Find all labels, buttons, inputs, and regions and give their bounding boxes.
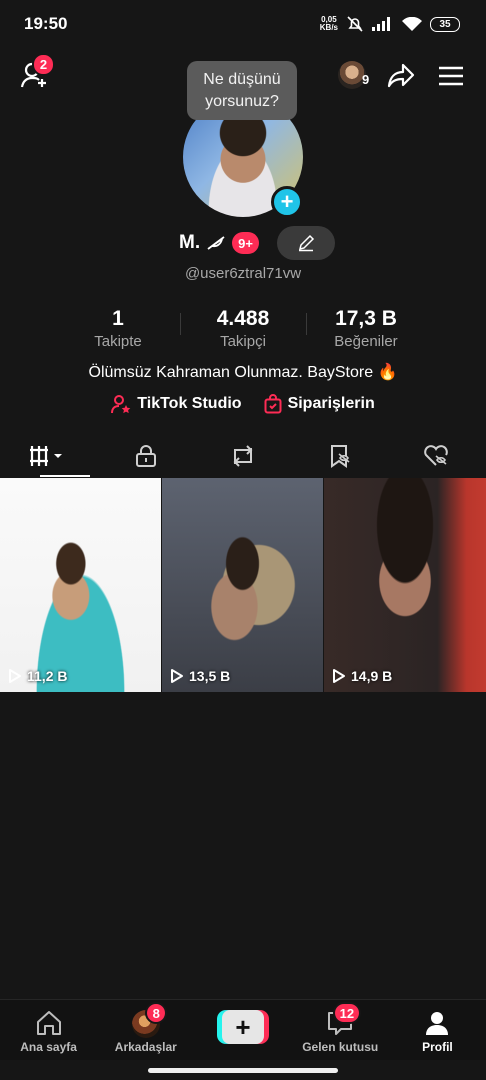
net-speed: 0,05 KB/s <box>319 15 338 32</box>
active-tab-indicator <box>40 475 90 477</box>
wifi-icon <box>402 16 422 31</box>
profile-tabs <box>0 434 486 478</box>
add-story-button[interactable]: + <box>271 186 303 218</box>
heart-hidden-icon <box>424 445 449 466</box>
stat-divider <box>180 313 181 335</box>
tab-private[interactable] <box>97 434 194 478</box>
profile-icon <box>426 1012 449 1035</box>
video-views: 13,5 B <box>170 668 230 684</box>
shopping-bag-icon <box>264 394 282 414</box>
video-views: 11,2 B <box>8 668 67 684</box>
story-count: 9 <box>362 72 370 87</box>
name-row: M. 9+ <box>0 226 486 260</box>
stat-following[interactable]: 1 Takipte <box>58 307 178 350</box>
bookmark-hidden-icon <box>331 445 350 468</box>
profile-links: TikTok Studio Siparişlerin <box>0 394 486 414</box>
play-icon <box>9 669 21 683</box>
home-icon <box>36 1011 61 1035</box>
bottom-navigation: Ana sayfa 8 Arkadaşlar + 12 Gelen kutusu… <box>0 999 486 1060</box>
nav-home[interactable]: Ana sayfa <box>0 1000 97 1060</box>
plus-icon: + <box>280 189 294 214</box>
play-icon <box>171 669 183 683</box>
menu-button[interactable] <box>436 62 466 90</box>
nav-create[interactable]: + <box>194 1000 291 1060</box>
signal-icon <box>372 17 390 31</box>
display-name: M. <box>179 232 201 253</box>
plus-icon: + <box>222 1010 264 1044</box>
friends-request-badge: 2 <box>32 53 55 76</box>
video-thumbnail[interactable]: 11,2 B <box>0 478 161 692</box>
feather-icon <box>207 236 225 250</box>
nav-profile[interactable]: Profil <box>389 1000 486 1060</box>
friends-badge: 8 <box>145 1002 168 1024</box>
tab-liked[interactable] <box>389 434 486 478</box>
username: @user6ztral71vw <box>184 265 302 282</box>
stat-likes[interactable]: 17,3 B Beğeniler <box>306 307 426 350</box>
hamburger-icon <box>439 66 463 86</box>
video-thumbnail[interactable]: 13,5 B <box>162 478 323 692</box>
lock-icon <box>135 445 156 467</box>
tiktok-studio-link[interactable]: TikTok Studio <box>111 394 242 414</box>
inbox-badge: 12 <box>332 1002 362 1024</box>
name-badge: 9+ <box>232 232 259 254</box>
share-button[interactable] <box>386 60 416 90</box>
nav-inbox[interactable]: 12 Gelen kutusu <box>292 1000 389 1060</box>
video-views: 14,9 B <box>332 668 392 684</box>
orders-link[interactable]: Siparişlerin <box>264 394 375 414</box>
play-icon <box>333 669 345 683</box>
status-tooltip[interactable]: Ne düşünü yorsunuz? <box>187 61 297 120</box>
studio-person-icon <box>111 395 131 414</box>
pencil-icon <box>298 234 315 252</box>
mute-icon <box>347 16 363 32</box>
status-icons: 0,05 KB/s 35 <box>320 14 460 34</box>
video-thumbnail[interactable]: 14,9 B <box>324 478 486 692</box>
videos-grid-icon <box>29 446 62 466</box>
tab-videos[interactable] <box>0 434 97 478</box>
battery-icon: 35 <box>430 16 460 32</box>
stat-followers[interactable]: 4.488 Takipçi <box>183 307 303 350</box>
status-time: 19:50 <box>24 14 68 33</box>
share-icon <box>387 63 415 88</box>
edit-profile-button[interactable] <box>276 226 335 260</box>
tab-reposts[interactable] <box>194 434 291 478</box>
home-indicator[interactable] <box>148 1068 338 1073</box>
profile-bio: Ölümsüz Kahraman Olunmaz. BayStore 🔥 <box>88 364 398 381</box>
nav-friends[interactable]: 8 Arkadaşlar <box>97 1000 194 1060</box>
create-button: + <box>217 1010 269 1044</box>
repost-icon <box>233 445 253 467</box>
tab-saved[interactable] <box>292 434 389 478</box>
